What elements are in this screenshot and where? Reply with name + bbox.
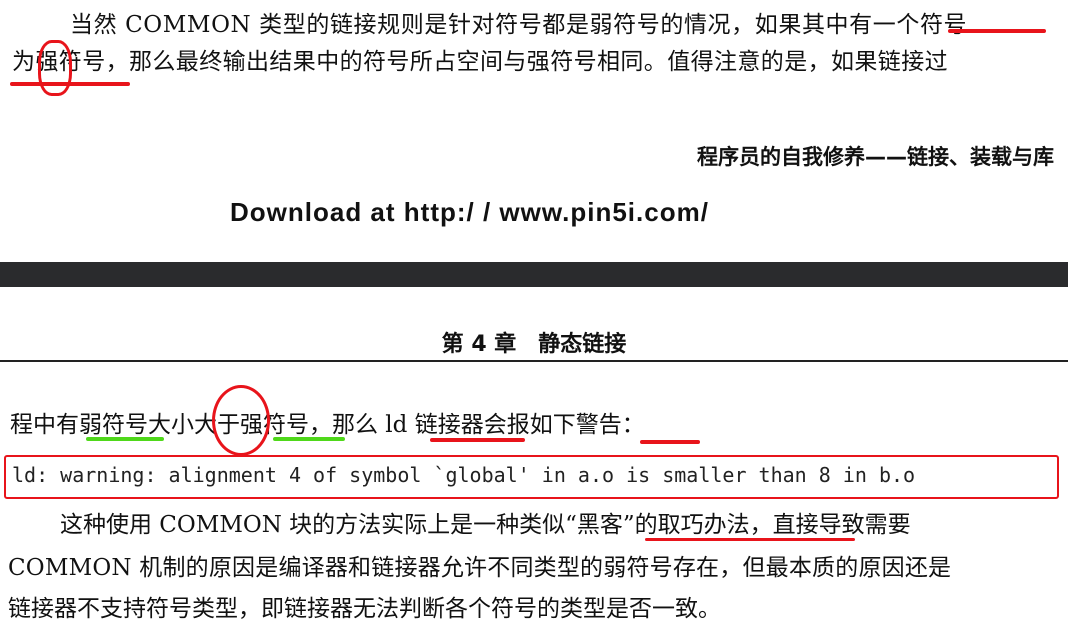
green-underline bbox=[273, 437, 345, 441]
red-underline bbox=[645, 538, 855, 541]
red-underline bbox=[430, 438, 525, 442]
header-rule bbox=[0, 360, 1068, 362]
text-line: 为强符号，那么最终输出结果中的符号所占空间与强符号相同。值得注意的是，如果链接过 bbox=[12, 49, 948, 75]
running-header: 程序员的自我修养——链接、装载与库 bbox=[697, 145, 1054, 169]
red-underline bbox=[640, 440, 700, 444]
text-line: 这种使用 COMMON 块的方法实际上是一种类似“黑客”的取巧办法，直接导致需要 bbox=[60, 512, 911, 538]
red-underline bbox=[948, 29, 1046, 33]
text-line: 链接器不支持符号类型，即链接器无法判断各个符号的类型是否一致。 bbox=[8, 596, 721, 622]
red-circle-mark bbox=[212, 385, 270, 456]
code-warning: ld: warning: alignment 4 of symbol `glob… bbox=[12, 463, 916, 487]
chapter-header: 第 4 章 静态链接 bbox=[441, 332, 627, 357]
text-line: 程中有弱符号大小大于强符号，那么 ld 链接器会报如下警告： bbox=[10, 412, 645, 438]
text-line: COMMON 机制的原因是编译器和链接器允许不同类型的弱符号存在，但最本质的原因… bbox=[8, 555, 952, 581]
text-line: 当然 COMMON 类型的链接规则是针对符号都是弱符号的情况，如果其中有一个符号 bbox=[70, 12, 968, 38]
red-circle-mark bbox=[38, 40, 72, 96]
page-divider bbox=[0, 262, 1068, 287]
download-note: Download at http:/ / www.pin5i.com/ bbox=[230, 197, 709, 227]
green-underline bbox=[86, 437, 164, 441]
